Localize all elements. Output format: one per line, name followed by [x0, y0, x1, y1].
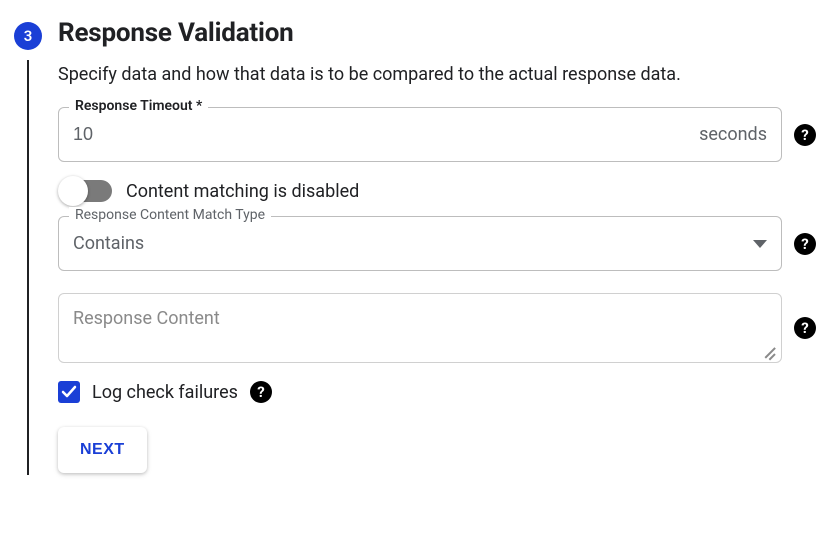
content-matching-toggle[interactable] — [60, 180, 112, 202]
help-icon[interactable]: ? — [794, 124, 816, 146]
response-timeout-unit: seconds — [699, 124, 767, 145]
step-number-badge: 3 — [14, 22, 42, 50]
response-timeout-label: Response Timeout * — [69, 98, 208, 114]
help-icon[interactable]: ? — [250, 381, 272, 403]
log-failures-label: Log check failures — [92, 382, 238, 403]
match-type-label: Response Content Match Type — [69, 207, 271, 223]
response-timeout-field[interactable]: Response Timeout * seconds — [58, 107, 782, 162]
match-type-select[interactable]: Response Content Match Type Contains — [58, 216, 782, 271]
chevron-down-icon — [753, 240, 767, 248]
response-content-textarea[interactable]: Response Content — [58, 293, 782, 363]
step-connector-line — [27, 60, 29, 475]
toggle-knob — [58, 176, 88, 206]
checkmark-icon — [61, 384, 77, 400]
help-icon[interactable]: ? — [794, 317, 816, 339]
content-matching-toggle-label: Content matching is disabled — [126, 181, 359, 202]
log-failures-checkbox[interactable] — [58, 381, 80, 403]
step-title: Response Validation — [58, 18, 294, 48]
response-content-placeholder: Response Content — [73, 308, 220, 329]
help-icon[interactable]: ? — [794, 233, 816, 255]
response-timeout-input[interactable] — [73, 124, 691, 145]
section-description: Specify data and how that data is to be … — [58, 64, 816, 85]
match-type-value: Contains — [73, 233, 745, 254]
next-button[interactable]: NEXT — [58, 427, 147, 473]
resize-handle-icon[interactable] — [761, 344, 775, 358]
